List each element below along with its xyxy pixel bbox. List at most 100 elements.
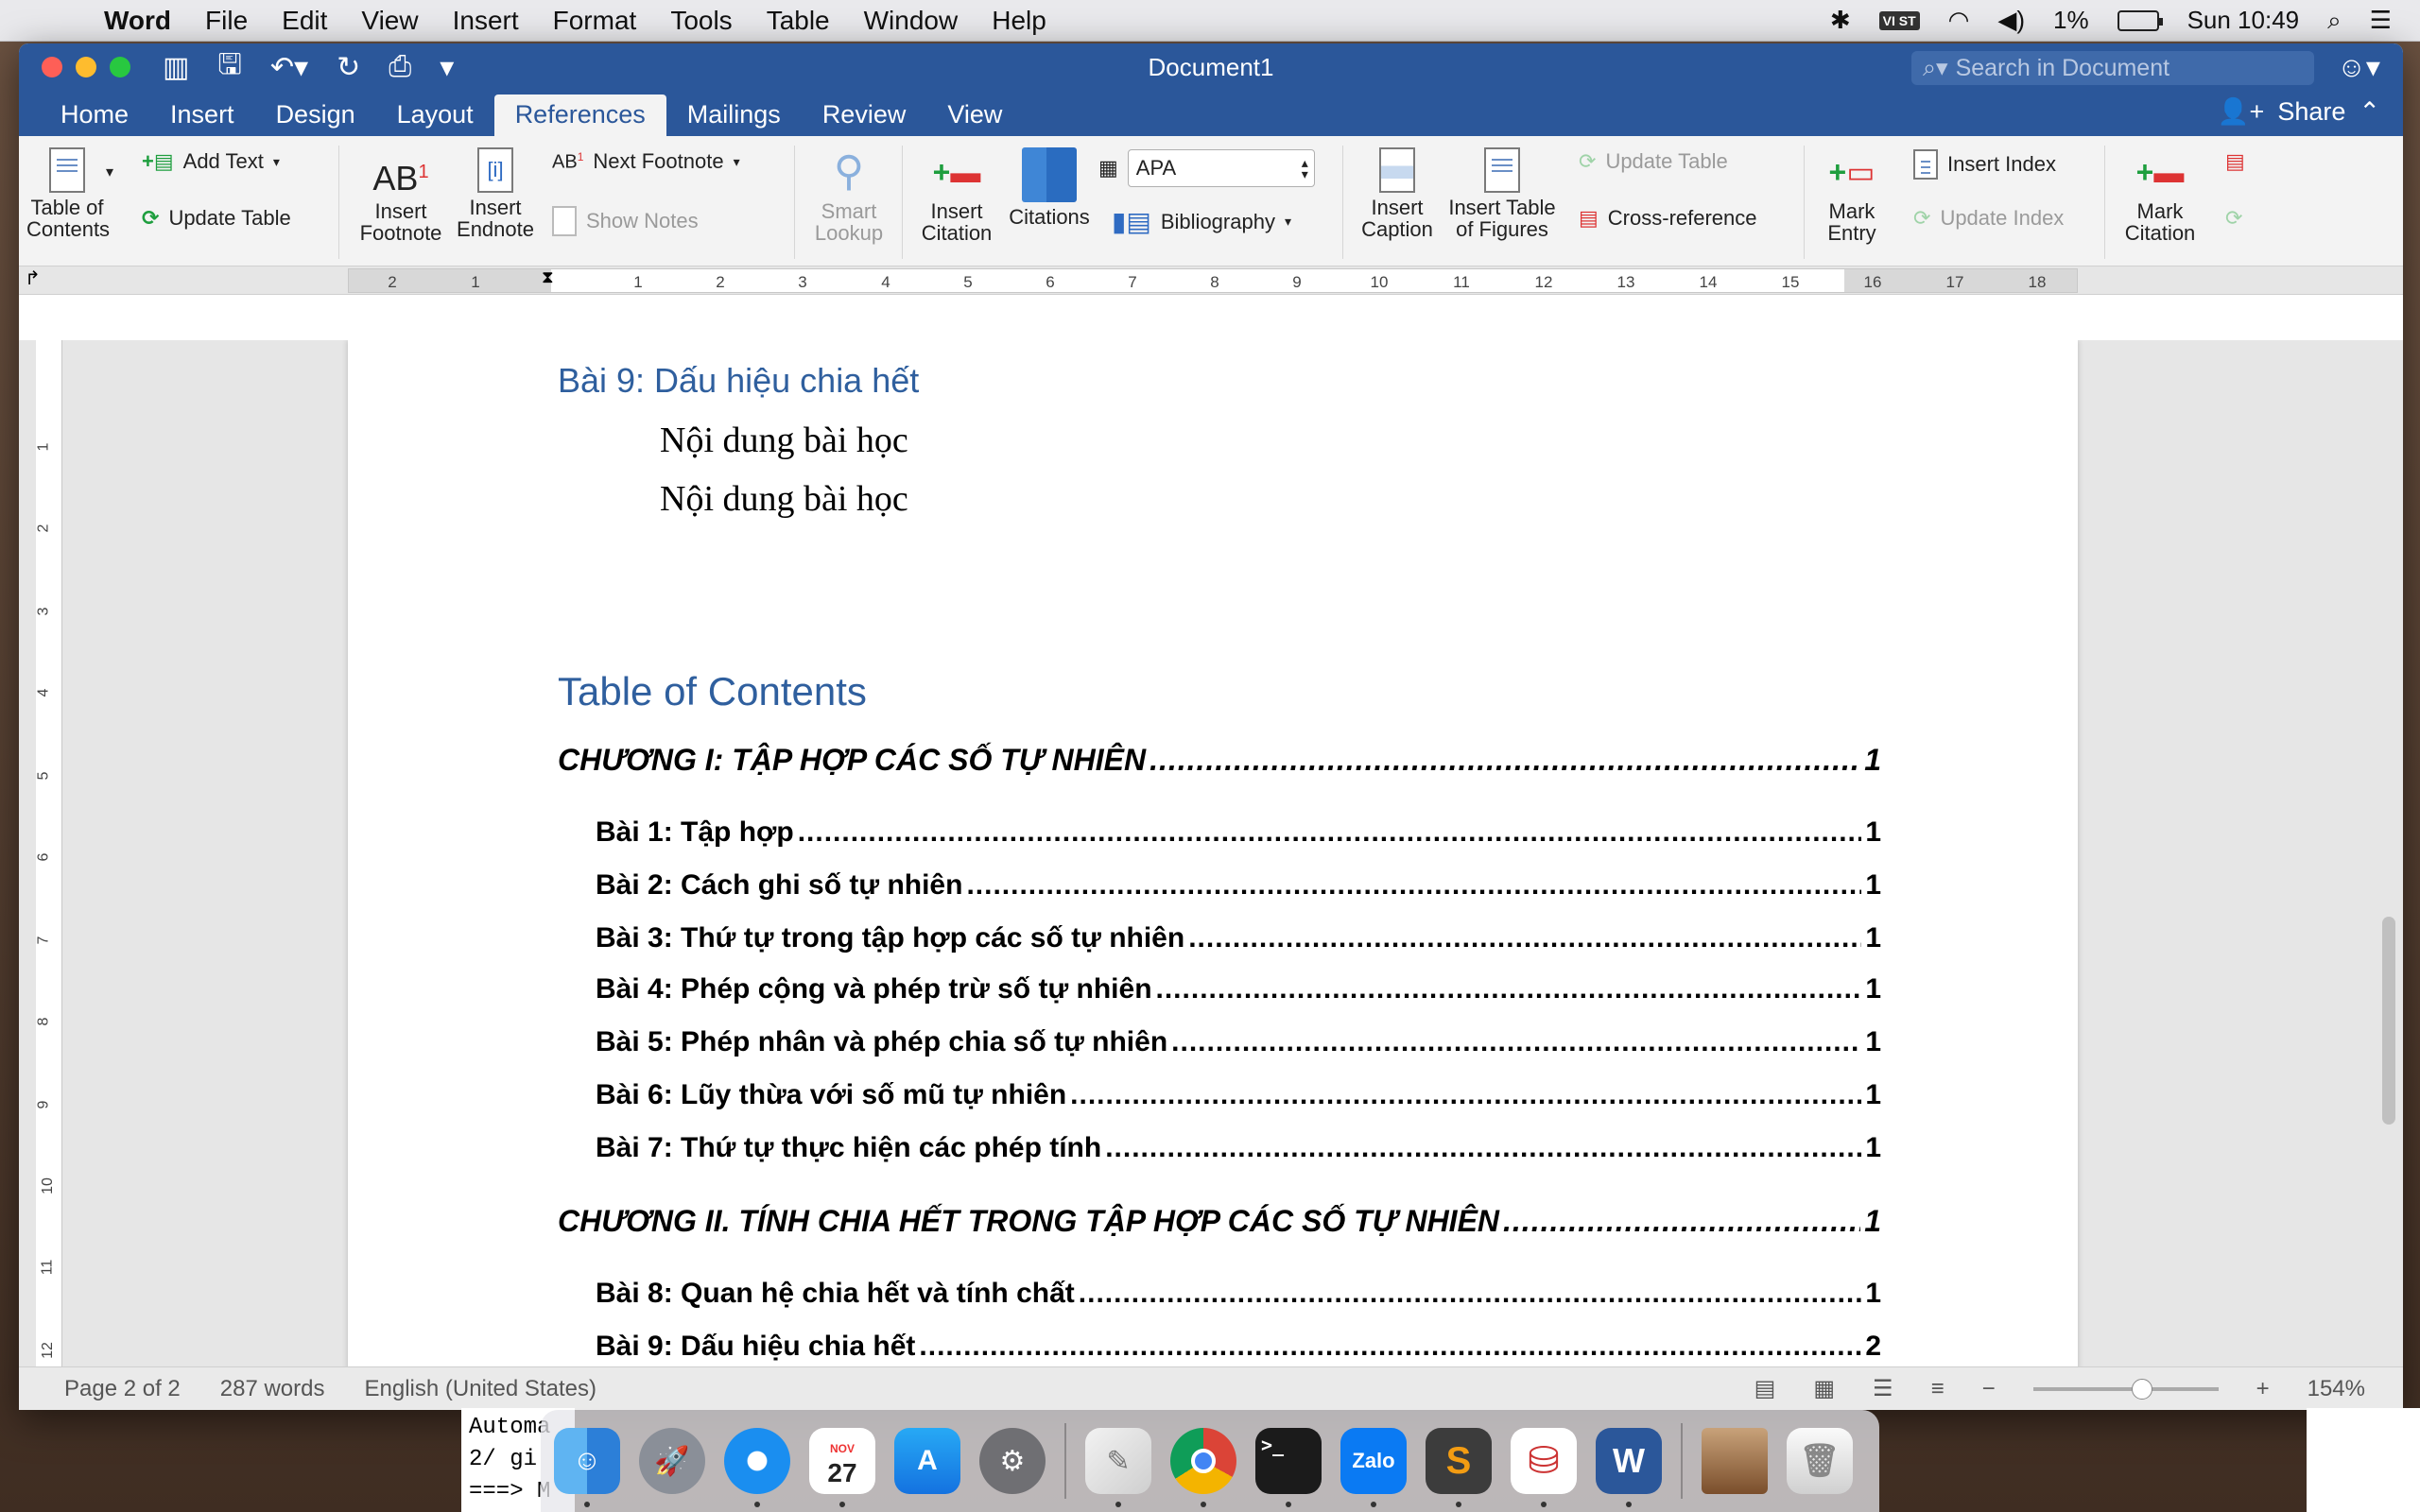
toc-chapter-entry[interactable]: CHƯƠNG II. TÍNH CHIA HẾT TRONG TẬP HỢP C… bbox=[558, 1204, 1881, 1239]
toc-section-entry[interactable]: Bài 8: Quan hệ chia hết và tính chất 1 bbox=[596, 1278, 1881, 1310]
citations-button[interactable]: Citations bbox=[1002, 147, 1097, 228]
web-layout-view-icon[interactable]: ▦ bbox=[1813, 1375, 1835, 1402]
share-button[interactable]: 👤+ Share ⌃ bbox=[2218, 96, 2380, 127]
calendar-icon[interactable]: NOV 27 bbox=[809, 1428, 875, 1507]
page-count[interactable]: Page 2 of 2 bbox=[19, 1376, 181, 1402]
database-app-icon[interactable]: ⛁ bbox=[1511, 1428, 1577, 1507]
tab-layout[interactable]: Layout bbox=[376, 94, 494, 136]
toc-chapter-entry[interactable]: CHƯƠNG I: TẬP HỢP CÁC SỐ TỰ NHIÊN 1 bbox=[558, 743, 1881, 778]
insert-citation-button[interactable]: +▬ Insert Citation bbox=[909, 147, 1004, 244]
save-icon[interactable]: 🖫 bbox=[217, 43, 242, 92]
menu-window[interactable]: Window bbox=[847, 6, 976, 36]
smart-lookup-button[interactable]: ⚲ Smart Lookup bbox=[802, 147, 896, 244]
toc-section-entry[interactable]: Bài 6: Lũy thừa với số mũ tự nhiên 1 bbox=[596, 1079, 1881, 1111]
minimize-button[interactable] bbox=[76, 57, 96, 77]
input-method-icon[interactable]: VI ST bbox=[1878, 10, 1920, 30]
zoom-button[interactable] bbox=[110, 57, 130, 77]
outline-view-icon[interactable]: ☰ bbox=[1873, 1375, 1893, 1402]
mark-entry-button[interactable]: +▭ Mark Entry bbox=[1811, 147, 1893, 244]
toc-section-entry[interactable]: Bài 9: Dấu hiệu chia hết 2 bbox=[596, 1331, 1881, 1363]
tab-review[interactable]: Review bbox=[802, 94, 927, 136]
menu-insert[interactable]: Insert bbox=[436, 6, 536, 36]
redo-icon[interactable]: ↻ bbox=[337, 51, 360, 84]
trash-icon[interactable]: 🗑 bbox=[1787, 1428, 1853, 1494]
toc-title[interactable]: Table of Contents bbox=[558, 669, 867, 714]
notification-center-icon[interactable]: ☰ bbox=[2370, 6, 2392, 35]
app-store-icon[interactable]: A bbox=[894, 1428, 960, 1494]
update-index-button[interactable]: ⟳ Update Index bbox=[1913, 206, 2064, 231]
insert-index-button[interactable]: Insert Index bbox=[1913, 149, 2056, 180]
spotlight-search-icon[interactable]: ⌕ bbox=[2327, 6, 2342, 36]
insert-endnote-button[interactable]: [i] Insert Endnote bbox=[450, 147, 541, 240]
textedit-icon[interactable]: ✎ bbox=[1085, 1428, 1151, 1507]
tab-view[interactable]: View bbox=[926, 94, 1023, 136]
tab-selector-icon[interactable]: ↱ bbox=[25, 266, 41, 290]
zoom-slider-thumb[interactable] bbox=[2131, 1378, 2152, 1400]
add-text-button[interactable]: +▤ Add Text ▾ bbox=[142, 149, 280, 174]
section-heading[interactable]: Bài 9: Dấu hiệu chia hết bbox=[558, 361, 919, 401]
finder-icon[interactable]: ☺ bbox=[554, 1428, 620, 1507]
chrome-icon[interactable] bbox=[1170, 1428, 1236, 1507]
battery-percent[interactable]: 1% bbox=[2053, 6, 2089, 35]
insert-footnote-button[interactable]: AB1 Insert Footnote bbox=[355, 147, 446, 244]
document-area[interactable]: 1 2 3 4 5 6 7 8 9 10 11 12 Bài 9: Dấu hi… bbox=[19, 340, 2403, 1382]
app-menu[interactable]: Word bbox=[104, 6, 188, 36]
menu-format[interactable]: Format bbox=[536, 6, 654, 36]
table-of-contents-button[interactable]: Table of Contents bbox=[26, 147, 110, 240]
undo-icon[interactable]: ↶▾ bbox=[270, 51, 308, 84]
tab-references[interactable]: References bbox=[493, 94, 666, 136]
menu-tools[interactable]: Tools bbox=[653, 6, 749, 36]
cross-reference-button[interactable]: ▤ Cross-reference bbox=[1579, 206, 1757, 231]
mark-citation-button[interactable]: +▬ Mark Citation bbox=[2108, 147, 2212, 244]
launchpad-icon[interactable]: 🚀 bbox=[639, 1428, 705, 1494]
update-table-of-authorities-button[interactable]: ⟳ bbox=[2225, 206, 2242, 231]
wifi-icon[interactable]: ◠ bbox=[1948, 6, 1970, 35]
toc-section-entry[interactable]: Bài 4: Phép cộng và phép trừ số tự nhiên… bbox=[596, 973, 1881, 1005]
tab-mailings[interactable]: Mailings bbox=[666, 94, 802, 136]
toc-section-entry[interactable]: Bài 5: Phép nhân và phép chia số tự nhiê… bbox=[596, 1026, 1881, 1058]
insert-table-of-authorities-button[interactable]: ▤ bbox=[2225, 149, 2245, 174]
clock[interactable]: Sun 10:49 bbox=[2187, 6, 2300, 35]
insert-table-of-figures-button[interactable]: Insert Table of Figures bbox=[1443, 147, 1562, 240]
toc-section-entry[interactable]: Bài 7: Thứ tự thực hiện các phép tính 1 bbox=[596, 1132, 1881, 1164]
body-paragraph[interactable]: Nội dung bài học bbox=[660, 420, 908, 461]
toc-dropdown-icon[interactable]: ▾ bbox=[106, 163, 113, 181]
menu-edit[interactable]: Edit bbox=[265, 6, 344, 36]
toc-section-entry[interactable]: Bài 2: Cách ghi số tự nhiên 1 bbox=[596, 869, 1881, 902]
indent-marker-icon[interactable]: ⧗ bbox=[542, 267, 554, 287]
tab-home[interactable]: Home bbox=[40, 94, 149, 136]
document-page[interactable]: Bài 9: Dấu hiệu chia hết Nội dung bài họ… bbox=[348, 340, 2078, 1382]
volume-icon[interactable]: ◀) bbox=[1997, 6, 2025, 35]
battery-icon[interactable] bbox=[2117, 9, 2163, 31]
sidebar-toggle-icon[interactable]: ▥ bbox=[163, 51, 189, 84]
menu-view[interactable]: View bbox=[344, 6, 435, 36]
vertical-ruler[interactable]: 1 2 3 4 5 6 7 8 9 10 11 12 bbox=[35, 340, 62, 1382]
downloads-stack-icon[interactable] bbox=[1702, 1428, 1768, 1494]
citation-style-dropdown[interactable]: APA ▴ ▾ bbox=[1127, 149, 1315, 187]
toc-section-entry[interactable]: Bài 1: Tập hợp 1 bbox=[596, 816, 1881, 849]
zoom-slider[interactable] bbox=[2032, 1378, 2219, 1400]
insert-caption-button[interactable]: Insert Caption bbox=[1350, 147, 1444, 240]
toc-section-entry[interactable]: Bài 3: Thứ tự trong tập hợp các số tự nh… bbox=[596, 922, 1881, 954]
zoom-level[interactable]: 154% bbox=[2308, 1376, 2365, 1402]
draft-view-icon[interactable]: ≡ bbox=[1931, 1376, 1945, 1402]
word-count[interactable]: 287 words bbox=[181, 1376, 325, 1402]
search-in-document-field[interactable]: ⌕▾ Search in Document bbox=[1911, 51, 2314, 85]
microsoft-word-icon[interactable]: W bbox=[1596, 1428, 1662, 1507]
language-status[interactable]: English (United States) bbox=[325, 1376, 596, 1402]
close-button[interactable] bbox=[42, 57, 62, 77]
update-table-of-figures-button[interactable]: ⟳ Update Table bbox=[1579, 149, 1728, 174]
terminal-icon[interactable]: >_ bbox=[1255, 1428, 1322, 1507]
system-preferences-icon[interactable]: ⚙ bbox=[979, 1428, 1046, 1494]
menu-file[interactable]: File bbox=[188, 6, 265, 36]
zalo-icon[interactable]: Zalo bbox=[1340, 1428, 1407, 1507]
tab-design[interactable]: Design bbox=[255, 94, 376, 136]
horizontal-ruler[interactable]: 2 1 ⧗ 1 2 3 4 5 6 7 8 9 10 11 12 13 14 1… bbox=[348, 267, 2078, 293]
next-footnote-button[interactable]: AB1 Next Footnote ▾ bbox=[552, 149, 740, 174]
bluetooth-icon[interactable]: ✱ bbox=[1830, 6, 1851, 35]
feedback-smiley-icon[interactable]: ☺▾ bbox=[2337, 51, 2380, 84]
show-notes-button[interactable]: Show Notes bbox=[552, 206, 699, 236]
customize-toolbar-icon[interactable]: ▾ bbox=[440, 51, 454, 84]
safari-icon[interactable] bbox=[724, 1428, 790, 1507]
manage-sources-icon[interactable]: ▦ bbox=[1098, 156, 1118, 180]
